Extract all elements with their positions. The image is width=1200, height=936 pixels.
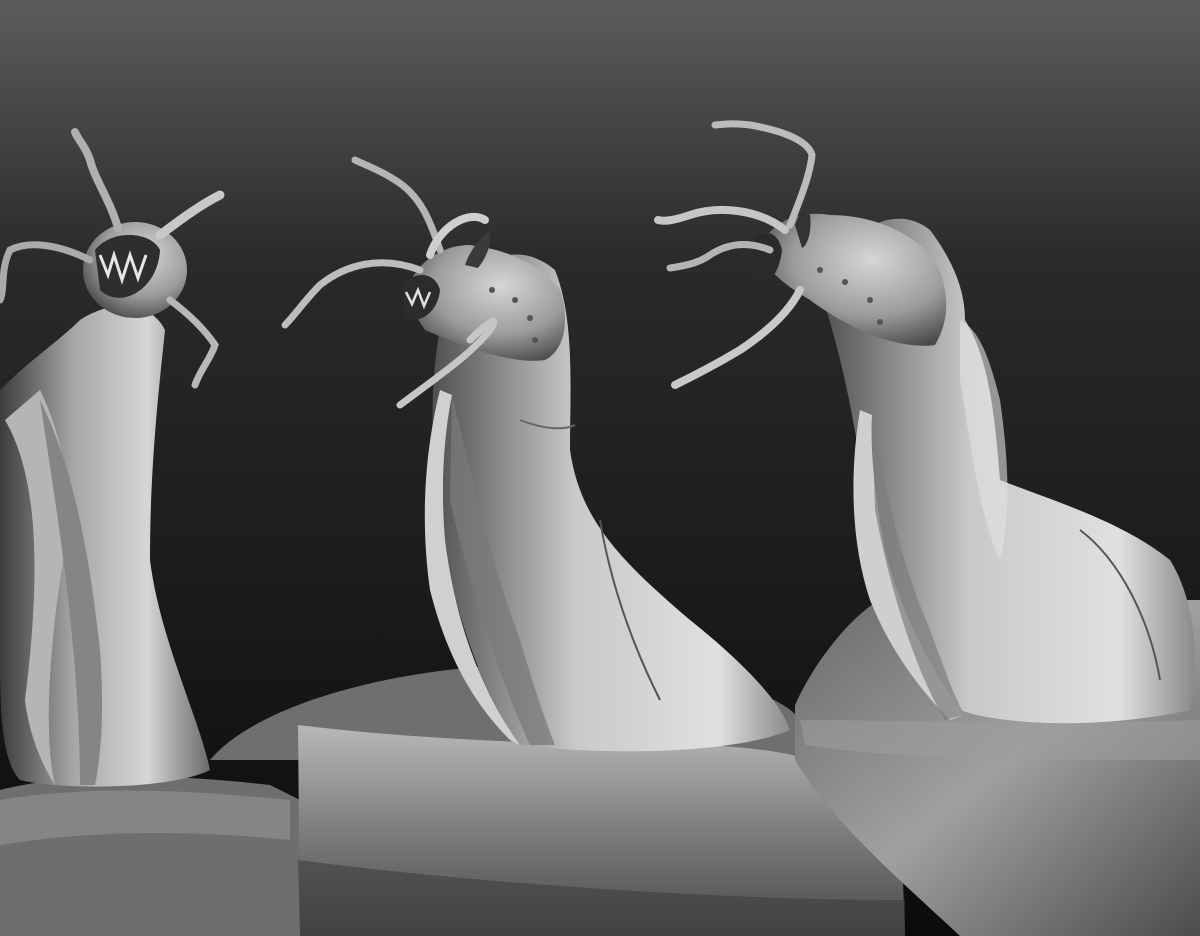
sculpt-viewport[interactable] <box>0 0 1200 936</box>
base-mound-left <box>0 776 300 936</box>
viewport-canvas[interactable] <box>0 0 1200 936</box>
